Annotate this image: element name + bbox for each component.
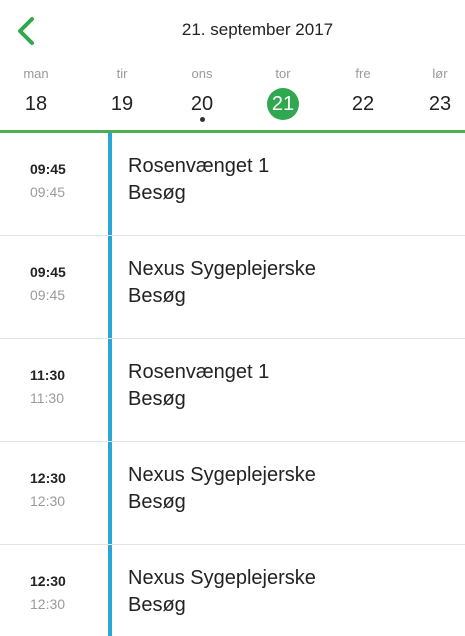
appointment-title: Nexus Sygeplejerske [128,567,316,589]
day-thu[interactable]: tor 21 [253,60,313,130]
day-fri[interactable]: fre 22 [333,60,393,130]
day-name: man [23,66,49,81]
appointment-type: Besøg [128,285,186,307]
appointment-title: Nexus Sygeplejerske [128,258,316,280]
appointment-type: Besøg [128,182,186,204]
day-mon[interactable]: man 18 [6,60,66,130]
event-indicator-dot [199,117,205,122]
appointment-type: Besøg [128,491,186,513]
header-bar: 21. september 2017 [0,0,465,62]
start-time: 12:30 [30,470,66,486]
day-name: tir [116,66,128,81]
week-strip: man 18 tir 19 ons 20 tor 21 fre 22 lør 2… [0,60,465,130]
day-number: 19 [110,93,134,115]
day-number-selected: 21 [267,88,299,120]
start-time: 09:45 [30,161,66,177]
day-tue[interactable]: tir 19 [92,60,152,130]
appointment-row[interactable]: 12:30 12:30 Nexus Sygeplejerske Besøg [0,442,465,545]
appointment-color-bar [108,339,112,442]
end-time: 11:30 [30,390,64,406]
appointment-row[interactable]: 12:30 12:30 Nexus Sygeplejerske Besøg [0,545,465,636]
appointment-title: Rosenvænget 1 [128,155,270,177]
appointment-list: 09:45 09:45 Rosenvænget 1 Besøg 09:45 09… [0,133,465,636]
appointment-color-bar [108,442,112,545]
date-title: 21. september 2017 [181,20,334,39]
appointment-row[interactable]: 09:45 09:45 Rosenvænget 1 Besøg [0,133,465,236]
day-sat[interactable]: lør 23 [410,60,465,130]
appointment-color-bar [108,133,112,236]
appointment-title: Rosenvænget 1 [128,361,270,383]
appointment-title: Nexus Sygeplejerske [128,464,316,486]
day-name: fre [355,66,371,81]
day-number: 23 [428,93,452,115]
end-time: 09:45 [30,184,66,200]
day-name: ons [191,66,213,81]
day-wed[interactable]: ons 20 [172,60,232,130]
day-name: tor [275,66,291,81]
day-number: 22 [351,93,375,115]
appointment-color-bar [108,236,112,339]
appointment-row[interactable]: 09:45 09:45 Nexus Sygeplejerske Besøg [0,236,465,339]
appointment-type: Besøg [128,388,186,410]
day-number: 20 [190,93,214,115]
start-time: 12:30 [30,573,66,589]
day-name: lør [432,66,448,81]
appointment-color-bar [108,545,112,636]
start-time: 09:45 [30,264,66,280]
end-time: 09:45 [30,287,66,303]
appointment-type: Besøg [128,594,186,616]
end-time: 12:30 [30,596,66,612]
start-time: 11:30 [30,367,66,383]
end-time: 12:30 [30,493,66,509]
appointment-row[interactable]: 11:30 11:30 Rosenvænget 1 Besøg [0,339,465,442]
day-number: 18 [24,93,48,115]
